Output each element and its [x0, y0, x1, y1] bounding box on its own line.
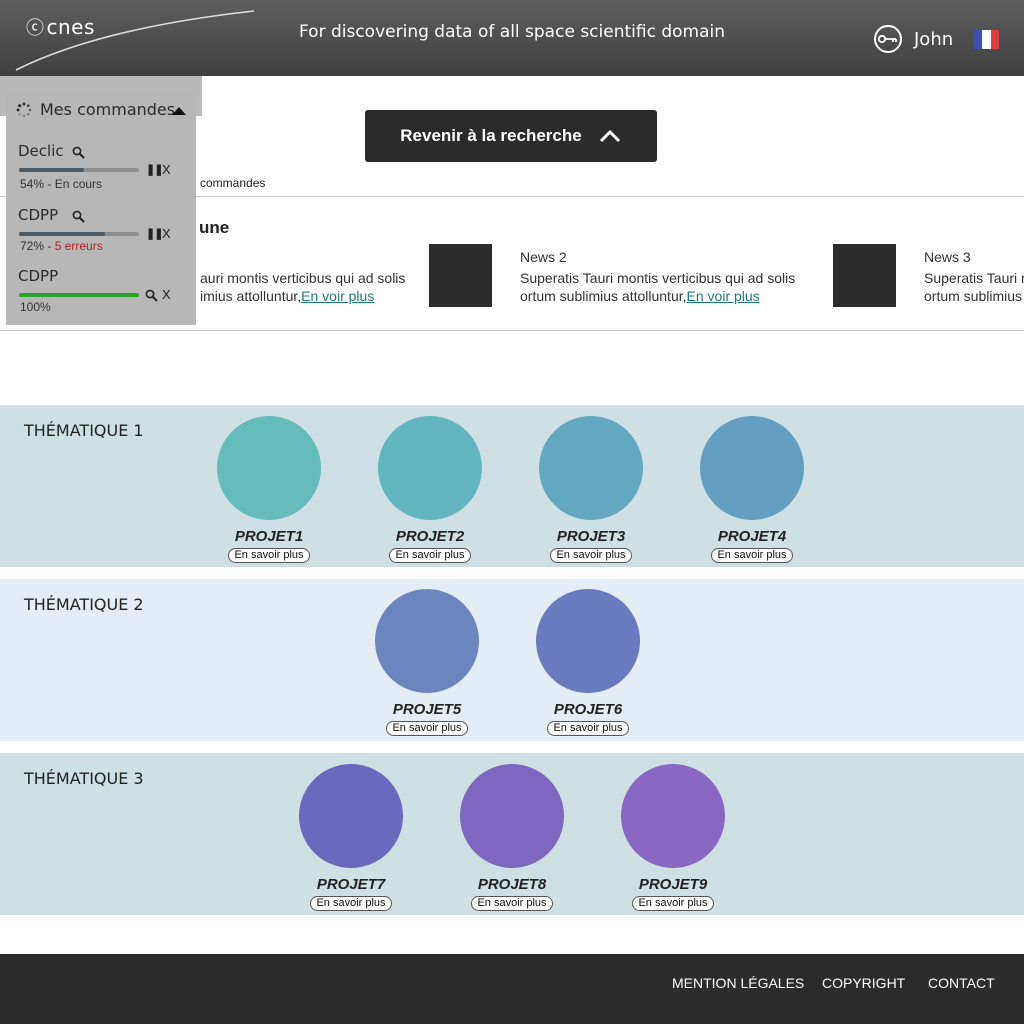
progress-fill	[19, 168, 84, 172]
learn-more-button[interactable]: En savoir plus	[632, 896, 714, 911]
footer-link-copyright[interactable]: COPYRIGHT	[822, 975, 905, 991]
cancel-order-button[interactable]: X	[162, 226, 171, 241]
project-name: PROJET2	[395, 528, 465, 545]
thematique-label: THÉMATIQUE 1	[24, 421, 144, 440]
breadcrumb-fragment: commandes	[200, 176, 266, 190]
news-thumbnail[interactable]	[429, 244, 492, 307]
project-circle[interactable]	[621, 764, 725, 868]
project-circle[interactable]	[299, 764, 403, 868]
project-name: PROJET1	[234, 528, 304, 545]
project-name: PROJET4	[717, 528, 787, 545]
project-name: PROJET5	[392, 701, 462, 718]
project-card[interactable]: PROJET8 En savoir plus	[457, 764, 567, 911]
news-more-link[interactable]: En voir plus	[301, 288, 374, 304]
thematique-band: THÉMATIQUE 2 PROJET5 En savoir plus PROJ…	[0, 579, 1024, 741]
project-circle[interactable]	[217, 416, 321, 520]
footer-link-legal[interactable]: MENTION LÉGALES	[672, 975, 804, 991]
order-status: 100%	[20, 300, 51, 314]
chevron-up-icon	[599, 129, 620, 143]
project-name: PROJET3	[556, 528, 626, 545]
learn-more-button[interactable]: En savoir plus	[386, 721, 468, 736]
user-menu[interactable]: John	[872, 22, 953, 56]
order-progress-bar	[19, 168, 139, 172]
news-text-line2: imius attolluntur,En voir plus	[200, 288, 375, 304]
project-circle[interactable]	[536, 589, 640, 693]
thematique-band: THÉMATIQUE 3 PROJET7 En savoir plus PROJ…	[0, 753, 1024, 915]
footer-link-contact[interactable]: CONTACT	[928, 975, 995, 991]
back-to-search-button[interactable]: Revenir à la recherche	[365, 110, 657, 162]
divider	[0, 330, 1024, 331]
news-title: News 2	[520, 249, 567, 265]
news-title: News 3	[924, 249, 971, 265]
collapse-caret-icon[interactable]	[172, 107, 186, 115]
order-progress-bar	[19, 232, 139, 236]
order-name: CDPP	[18, 206, 59, 224]
project-card[interactable]: PROJET3 En savoir plus	[536, 416, 646, 563]
search-icon[interactable]	[72, 210, 85, 223]
username[interactable]: John	[914, 29, 953, 50]
top-header: ⓒ cnes For discovering data of all space…	[0, 0, 1024, 76]
orders-panel: Mes commandes Declic ❚❚ X 54% - En cours…	[6, 94, 196, 325]
project-circle[interactable]	[375, 589, 479, 693]
project-name: PROJET6	[553, 701, 623, 718]
orders-title: Mes commandes	[40, 100, 176, 119]
project-name: PROJET7	[316, 876, 386, 893]
news-text-line: Superatis Tauri m	[924, 270, 1024, 286]
news-item-1: auri montis verticibus qui ad solis imiu…	[200, 269, 405, 305]
progress-fill	[19, 293, 139, 297]
search-icon[interactable]	[145, 289, 158, 302]
thematique-band: THÉMATIQUE 1 PROJET1 En savoir plus PROJ…	[0, 405, 1024, 567]
cancel-order-button[interactable]: X	[162, 287, 171, 302]
project-circle[interactable]	[378, 416, 482, 520]
learn-more-button[interactable]: En savoir plus	[389, 548, 471, 563]
learn-more-button[interactable]: En savoir plus	[228, 548, 310, 563]
learn-more-button[interactable]: En savoir plus	[310, 896, 392, 911]
news-text-line2: ortum sublimius attolluntur,En voir plus	[520, 288, 760, 304]
order-name: CDPP	[18, 267, 59, 285]
news-item-2: Superatis Tauri montis verticibus qui ad…	[520, 269, 795, 305]
progress-fill	[19, 232, 106, 236]
back-to-search-label: Revenir à la recherche	[400, 126, 582, 145]
project-card[interactable]: PROJET5 En savoir plus	[372, 589, 482, 736]
spinner-icon	[16, 102, 32, 117]
news-text-line: Superatis Tauri montis verticibus qui ad…	[520, 270, 796, 286]
project-card[interactable]: PROJET9 En savoir plus	[618, 764, 728, 911]
thematique-label: THÉMATIQUE 2	[24, 595, 144, 614]
pause-icon[interactable]: ❚❚	[146, 163, 163, 176]
learn-more-button[interactable]: En savoir plus	[711, 548, 793, 563]
french-flag-icon[interactable]	[974, 30, 999, 49]
news-section-title: une	[199, 218, 230, 237]
learn-more-button[interactable]: En savoir plus	[550, 548, 632, 563]
project-card[interactable]: PROJET7 En savoir plus	[296, 764, 406, 911]
news-more-link[interactable]: En voir plus	[687, 288, 760, 304]
project-name: PROJET8	[477, 876, 547, 893]
project-card[interactable]: PROJET1 En savoir plus	[214, 416, 324, 563]
project-circle[interactable]	[460, 764, 564, 868]
project-circle[interactable]	[700, 416, 804, 520]
search-icon[interactable]	[72, 146, 85, 159]
project-card[interactable]: PROJET4 En savoir plus	[697, 416, 807, 563]
cancel-order-button[interactable]: X	[162, 162, 171, 177]
pause-icon[interactable]: ❚❚	[146, 227, 163, 240]
news-thumbnail[interactable]	[833, 244, 896, 307]
thematique-label: THÉMATIQUE 3	[24, 769, 144, 788]
news-item-3: Superatis Tauri m ortum sublimius	[924, 269, 1024, 305]
order-progress-bar	[19, 293, 139, 297]
learn-more-button[interactable]: En savoir plus	[471, 896, 553, 911]
header-tagline: For discovering data of all space scient…	[299, 22, 725, 42]
order-status: 72% - 5 erreurs	[20, 239, 103, 253]
learn-more-button[interactable]: En savoir plus	[547, 721, 629, 736]
project-name: PROJET9	[638, 876, 708, 893]
project-card[interactable]: PROJET6 En savoir plus	[533, 589, 643, 736]
project-circle[interactable]	[539, 416, 643, 520]
order-status: 54% - En cours	[20, 177, 103, 191]
project-card[interactable]: PROJET2 En savoir plus	[375, 416, 485, 563]
orders-header[interactable]: Mes commandes	[16, 100, 175, 119]
page-footer: MENTION LÉGALES COPYRIGHT CONTACT	[0, 954, 1024, 1024]
key-icon[interactable]	[872, 23, 904, 55]
news-text-line: auri montis verticibus qui ad solis	[200, 270, 406, 286]
error-count: 5 erreurs	[54, 239, 103, 253]
news-text-line2: ortum sublimius	[924, 288, 1023, 304]
order-name: Declic	[18, 142, 64, 160]
